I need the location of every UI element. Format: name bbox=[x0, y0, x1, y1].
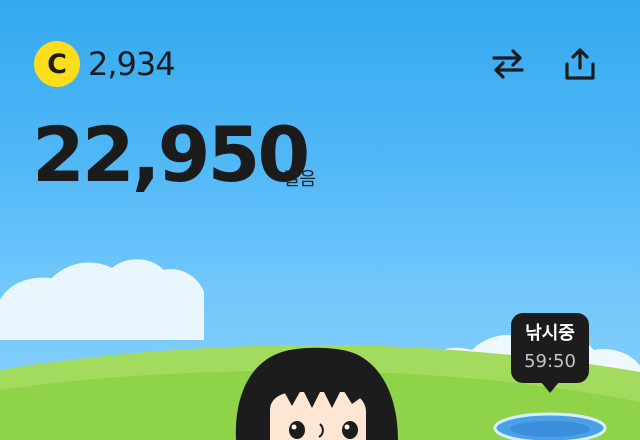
coin-balance: 2,934 bbox=[88, 45, 176, 83]
coin-letter: C bbox=[47, 48, 67, 80]
top-bar: C 2,934 bbox=[0, 0, 640, 110]
fishing-timer: 59:50 bbox=[524, 351, 576, 372]
coin-icon: C bbox=[34, 41, 80, 87]
app-screen: C 2,934 22,950 걸음 낚시중 59:50 bbox=[0, 0, 640, 440]
step-unit-label: 걸음 bbox=[283, 169, 317, 190]
swap-arrows-icon bbox=[492, 49, 524, 79]
step-count: 22,950 bbox=[32, 110, 310, 199]
share-icon bbox=[565, 48, 595, 80]
share-button[interactable] bbox=[558, 42, 602, 86]
cloud-left bbox=[0, 259, 204, 340]
swap-button[interactable] bbox=[486, 42, 530, 86]
fishing-status-bubble[interactable]: 낚시중 59:50 bbox=[511, 313, 589, 393]
fishing-status-label: 낚시중 bbox=[525, 323, 575, 344]
